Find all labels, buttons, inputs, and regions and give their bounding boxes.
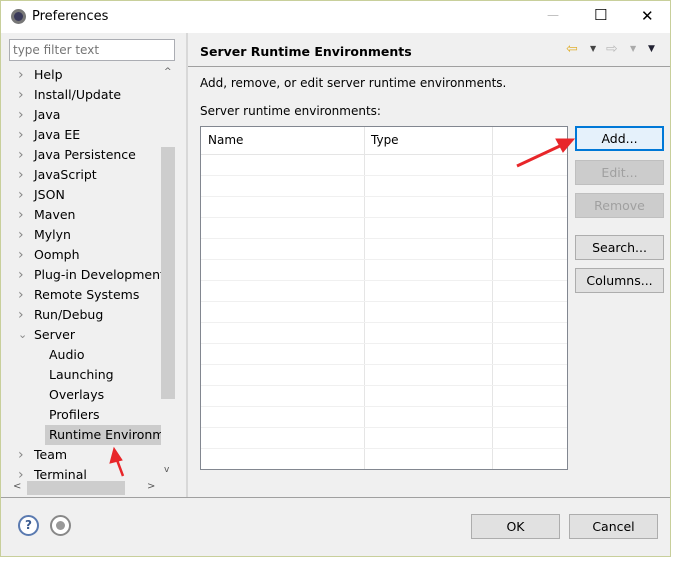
annotation-arrow-runtime [109, 446, 125, 477]
annotation-arrow-add [516, 138, 576, 168]
annotation-arrows [109, 138, 576, 477]
